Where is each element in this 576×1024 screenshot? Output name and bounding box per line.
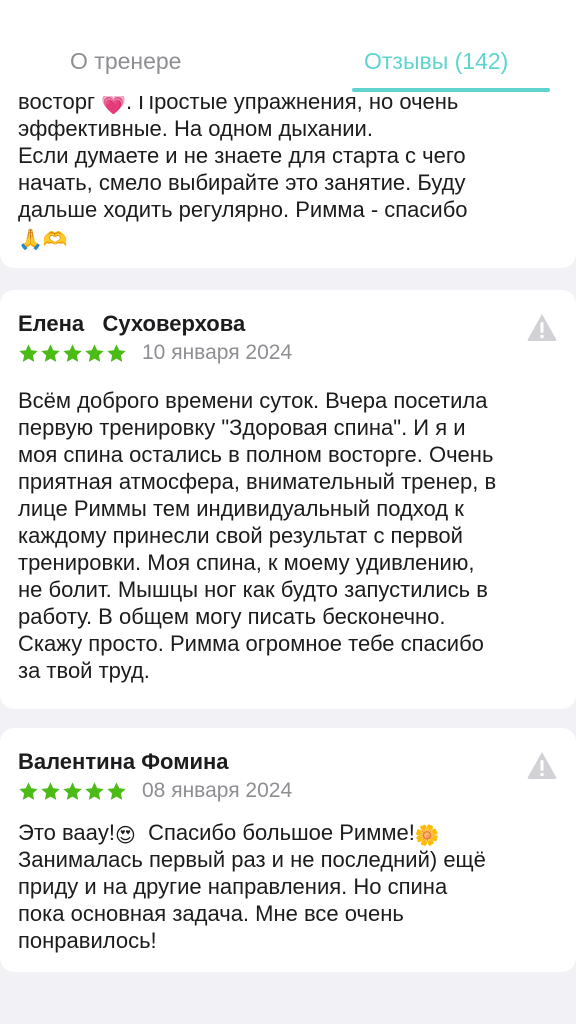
tab-reviews[interactable]: Отзывы (142) [364, 46, 508, 76]
review-text-line: Занималась первый раз и не последний) ещ… [18, 847, 486, 953]
star-icon [19, 343, 38, 362]
review-text-line: Если думаете и не знаете для старта с че… [18, 143, 466, 168]
tab-about-trainer[interactable]: О тренере [70, 46, 181, 76]
review-date: 08 января 2024 [142, 779, 293, 802]
review-text: Это вааy!😍 Спасибо большое Римме!🌼 Заним… [18, 819, 558, 954]
flower-emoji-icon: 🌼 [414, 825, 440, 847]
warning-icon[interactable] [526, 750, 558, 780]
star-icon [107, 781, 126, 800]
star-icon [19, 781, 38, 800]
review-date: 10 января 2024 [142, 341, 293, 364]
review-text-line: Это вааy! [18, 820, 116, 845]
heart-eyes-emoji-icon: 😍 [115, 825, 136, 847]
star-icon [85, 781, 104, 800]
star-icon [41, 343, 60, 362]
review-text-line: эффективные. На одном дыхании. [18, 116, 373, 141]
review-rating-row: 08 января 2024 [18, 778, 292, 804]
review-author: Валентина Фомина [18, 749, 229, 774]
review-text: восторг 💗. Простые упражнения, но очень … [18, 88, 538, 250]
review-text-line: Спасибо большое Римме! [135, 820, 415, 845]
review-card: Елена Суховерхова 10 января 2024 Всём до… [0, 290, 576, 709]
review-text: Всём доброго времени суток. Вчера посети… [18, 388, 497, 683]
review-author: Елена Суховерхова [18, 311, 246, 336]
pray-hands-emoji-icon: 🙏🫶 [18, 229, 68, 251]
review-rating-row: 10 января 2024 [18, 340, 292, 366]
tab-bar: О тренере Отзывы (142) [0, 0, 576, 96]
star-icon [63, 343, 82, 362]
heart-emoji-icon: 💗 [101, 94, 127, 116]
star-rating [18, 781, 127, 802]
active-tab-indicator [352, 88, 550, 92]
star-icon [107, 343, 126, 362]
review-text-line: начать, смело выбирайте это занятие. Буд… [18, 170, 466, 195]
review-card: Валентина Фомина 08 января 2024 Это вааy… [0, 728, 576, 972]
star-icon [85, 343, 104, 362]
review-text-line: дальше ходить регулярно. Римма - спасибо [18, 197, 468, 222]
star-icon [63, 781, 82, 800]
warning-icon[interactable] [526, 312, 558, 342]
star-icon [41, 781, 60, 800]
star-rating [18, 343, 127, 364]
